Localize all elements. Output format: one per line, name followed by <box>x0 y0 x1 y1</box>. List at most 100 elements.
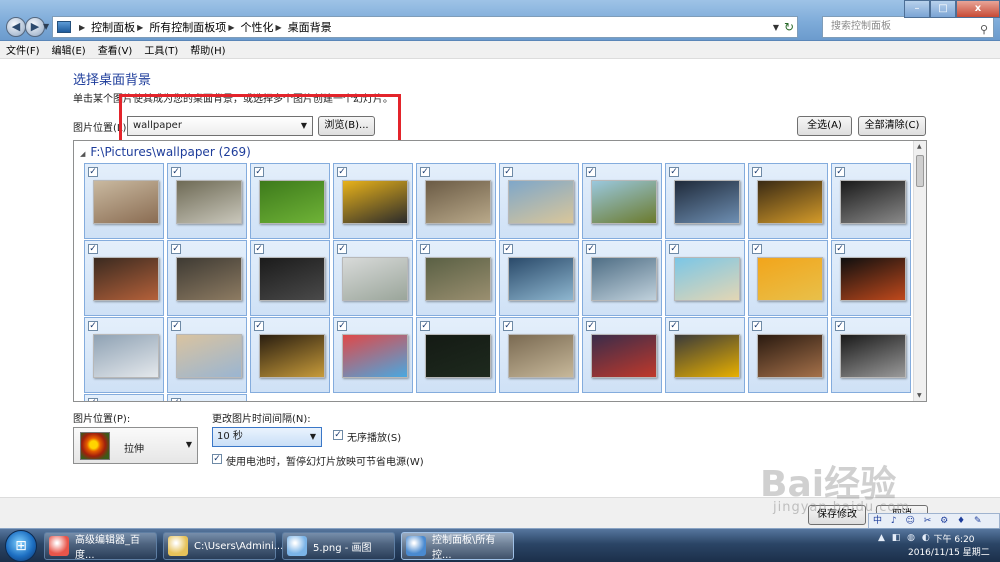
wallpaper-tile[interactable]: ✓ <box>748 317 828 393</box>
wallpaper-tile[interactable]: ✓ <box>167 317 247 393</box>
tile-checkbox[interactable]: ✓ <box>752 321 762 331</box>
tile-checkbox[interactable]: ✓ <box>586 244 596 254</box>
wallpaper-tile[interactable]: ✓ <box>250 240 330 316</box>
wallpaper-tile[interactable]: ✓ <box>582 163 662 239</box>
wallpaper-tile[interactable]: ✓ <box>582 317 662 393</box>
scroll-thumb[interactable] <box>916 155 924 187</box>
address-bar[interactable]: ▶ 控制面板 ▶ 所有控制面板项 ▶ 个性化 ▶ 桌面背景 ▼ ↻ <box>52 16 798 38</box>
gallery-scrollbar[interactable]: ▲ ▼ <box>913 141 926 401</box>
collapse-triangle-icon[interactable]: ◢ <box>80 150 85 158</box>
tile-checkbox[interactable]: ✓ <box>254 167 264 177</box>
wallpaper-tile[interactable]: ✓ <box>499 163 579 239</box>
tile-checkbox[interactable]: ✓ <box>669 244 679 254</box>
tile-checkbox[interactable]: ✓ <box>171 167 181 177</box>
wallpaper-tile[interactable]: ✓ <box>167 240 247 316</box>
wallpaper-tile[interactable]: ✓ <box>84 240 164 316</box>
tile-checkbox[interactable]: ✓ <box>171 321 181 331</box>
breadcrumb-control-panel[interactable]: 控制面板 <box>91 19 135 35</box>
picture-position-select[interactable]: 拉伸 ▼ <box>73 427 198 464</box>
breadcrumb-desktop-background[interactable]: 桌面背景 <box>288 19 332 35</box>
task-paint[interactable]: 5.png - 画图 <box>282 532 395 560</box>
tile-checkbox[interactable]: ✓ <box>171 244 181 254</box>
wallpaper-tile[interactable]: ✓ <box>84 163 164 239</box>
recent-pages-icon[interactable]: ▼ <box>43 22 49 31</box>
tile-checkbox[interactable]: ✓ <box>586 167 596 177</box>
wallpaper-tile[interactable]: ✓ <box>416 240 496 316</box>
task-control-panel[interactable]: 控制面板\所有控... <box>401 532 514 561</box>
task-browser-editor[interactable]: 高级编辑器_百度... <box>44 532 157 561</box>
menu-help[interactable]: 帮助(H) <box>190 42 225 57</box>
wallpaper-tile[interactable]: ✓ <box>333 163 413 239</box>
address-dropdown-icon[interactable]: ▼ <box>773 23 779 32</box>
tile-checkbox[interactable]: ✓ <box>835 244 845 254</box>
search-input[interactable]: 搜索控制面板 ⚲ <box>822 16 994 38</box>
wallpaper-tile[interactable]: ✓ <box>582 240 662 316</box>
tile-checkbox[interactable]: ✓ <box>171 398 181 401</box>
battery-pause-checkbox[interactable]: ✓ <box>212 454 222 464</box>
clock-time[interactable]: 下午 6:20 <box>924 532 984 545</box>
breadcrumb-personalization[interactable]: 个性化 <box>240 19 273 35</box>
chevron-right-icon[interactable]: ▶ <box>228 23 234 32</box>
wallpaper-gallery[interactable]: ◢ F:\Pictures\wallpaper (269) ✓ ✓ ✓ ✓ ✓ ✓ ✓ ✓ ✓ ✓ ✓… <box>73 140 927 402</box>
close-button[interactable]: x <box>956 0 1000 18</box>
tile-checkbox[interactable]: ✓ <box>420 244 430 254</box>
menu-edit[interactable]: 编辑(E) <box>52 42 86 57</box>
scroll-down-icon[interactable]: ▼ <box>917 392 922 399</box>
wallpaper-tile[interactable]: ✓ <box>499 317 579 393</box>
shuffle-checkbox[interactable]: ✓ <box>333 430 343 440</box>
wallpaper-tile[interactable]: ✓ <box>748 163 828 239</box>
chevron-right-icon[interactable]: ▶ <box>275 23 281 32</box>
wallpaper-tile[interactable]: ✓ <box>416 317 496 393</box>
tile-checkbox[interactable]: ✓ <box>88 398 98 401</box>
menu-file[interactable]: 文件(F) <box>6 42 40 57</box>
ime-toolbar[interactable]: 中 ♪ ☺ ✂ ⚙ ♦ ✎ <box>868 513 1000 529</box>
tile-checkbox[interactable]: ✓ <box>88 167 98 177</box>
tile-checkbox[interactable]: ✓ <box>503 167 513 177</box>
wallpaper-tile[interactable]: ✓ <box>84 394 164 401</box>
wallpaper-tile[interactable]: ✓ <box>167 163 247 239</box>
gallery-group-header[interactable]: ◢ F:\Pictures\wallpaper (269) <box>80 145 251 159</box>
wallpaper-tile[interactable]: ✓ <box>250 163 330 239</box>
wallpaper-tile[interactable]: ✓ <box>748 240 828 316</box>
maximize-button[interactable]: □ <box>930 0 956 18</box>
tile-checkbox[interactable]: ✓ <box>420 167 430 177</box>
start-button[interactable]: ⊞ <box>5 530 37 562</box>
tile-checkbox[interactable]: ✓ <box>337 321 347 331</box>
chevron-right-icon[interactable]: ▶ <box>79 23 85 32</box>
breadcrumb-all-items[interactable]: 所有控制面板项 <box>149 19 226 35</box>
clear-all-button[interactable]: 全部清除(C) <box>858 116 926 136</box>
wallpaper-tile[interactable]: ✓ <box>250 317 330 393</box>
wallpaper-tile[interactable]: ✓ <box>831 163 911 239</box>
clock-date[interactable]: 2016/11/15 星期二 <box>908 545 990 558</box>
refresh-icon[interactable]: ↻ <box>784 20 794 34</box>
tile-checkbox[interactable]: ✓ <box>420 321 430 331</box>
tile-checkbox[interactable]: ✓ <box>337 167 347 177</box>
task-explorer[interactable]: C:\Users\Admini... <box>163 532 283 560</box>
tile-checkbox[interactable]: ✓ <box>752 167 762 177</box>
back-button[interactable]: ◀ <box>6 17 26 37</box>
wallpaper-tile[interactable]: ✓ <box>416 163 496 239</box>
tile-checkbox[interactable]: ✓ <box>337 244 347 254</box>
select-all-button[interactable]: 全选(A) <box>797 116 852 136</box>
tile-checkbox[interactable]: ✓ <box>669 321 679 331</box>
tile-checkbox[interactable]: ✓ <box>254 244 264 254</box>
tile-checkbox[interactable]: ✓ <box>669 167 679 177</box>
wallpaper-tile[interactable]: ✓ <box>167 394 247 401</box>
menu-tools[interactable]: 工具(T) <box>144 42 178 57</box>
chevron-right-icon[interactable]: ▶ <box>137 23 143 32</box>
tile-checkbox[interactable]: ✓ <box>835 167 845 177</box>
interval-select[interactable]: 10 秒 ▼ <box>212 427 322 447</box>
wallpaper-tile[interactable]: ✓ <box>831 317 911 393</box>
tile-checkbox[interactable]: ✓ <box>586 321 596 331</box>
scroll-up-icon[interactable]: ▲ <box>917 143 922 150</box>
minimize-button[interactable]: – <box>904 0 930 18</box>
wallpaper-tile[interactable]: ✓ <box>333 240 413 316</box>
tile-checkbox[interactable]: ✓ <box>503 321 513 331</box>
wallpaper-tile[interactable]: ✓ <box>831 240 911 316</box>
wallpaper-tile[interactable]: ✓ <box>665 317 745 393</box>
forward-button[interactable]: ▶ <box>25 17 45 37</box>
tile-checkbox[interactable]: ✓ <box>752 244 762 254</box>
wallpaper-tile[interactable]: ✓ <box>499 240 579 316</box>
wallpaper-tile[interactable]: ✓ <box>84 317 164 393</box>
tile-checkbox[interactable]: ✓ <box>835 321 845 331</box>
